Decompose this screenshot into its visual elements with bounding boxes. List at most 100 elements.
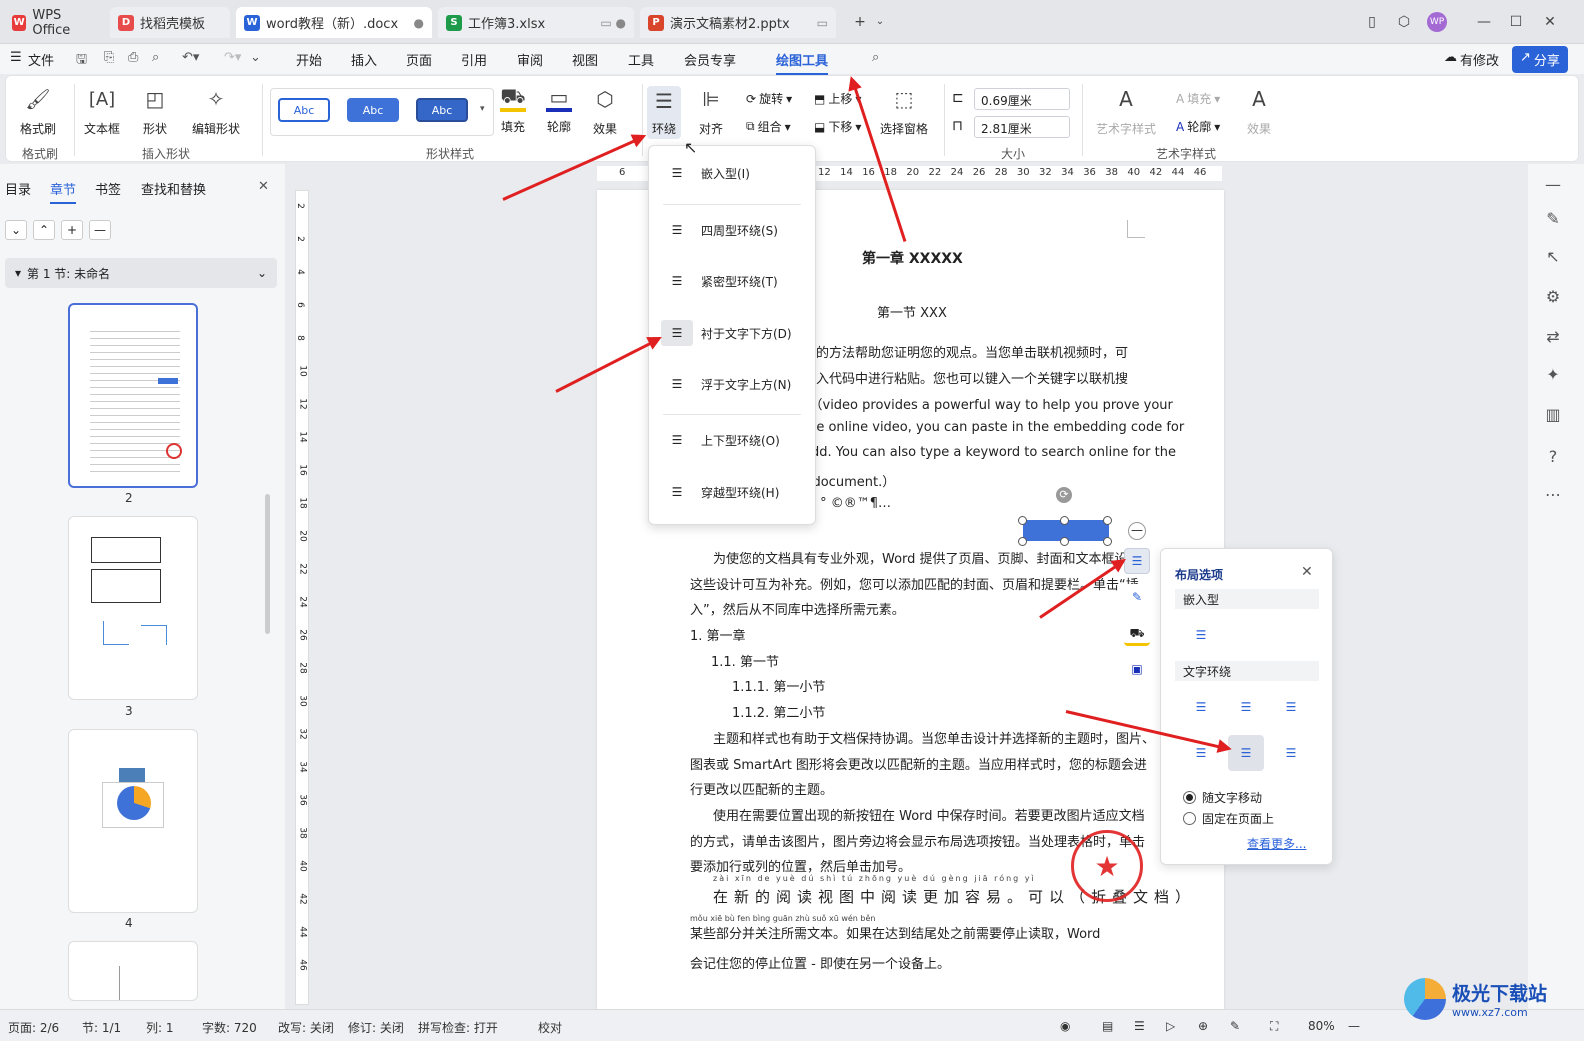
resize-handle[interactable]	[1018, 516, 1027, 525]
status-revision[interactable]: 修订: 关闭	[348, 1019, 404, 1036]
wrap-front-icon[interactable]: ☰	[1273, 735, 1309, 771]
gallery-more-icon[interactable]: ▾	[480, 104, 485, 114]
effect-button[interactable]: ⬡ 效果	[592, 86, 618, 137]
collapse-icon[interactable]: ⌄	[5, 220, 27, 240]
section-header[interactable]: ▾ 第 1 节: 未命名 ⌄	[5, 258, 277, 288]
zoom-out-icon[interactable]: —	[1348, 1019, 1360, 1033]
zoom-level[interactable]: 80%	[1308, 1019, 1335, 1033]
undo-icon[interactable]: ↶▾	[182, 50, 199, 65]
rotate-handle-icon[interactable]: ⟳	[1056, 487, 1072, 503]
fit-icon[interactable]: ⛶	[1270, 1019, 1278, 1034]
chevron-down-icon[interactable]: ⌄	[870, 12, 890, 32]
menu-item-behind-text[interactable]: ☰ 衬于文字下方(D)	[661, 320, 792, 346]
wrap-square-icon[interactable]: ☰	[1183, 689, 1219, 725]
resize-handle[interactable]	[1060, 516, 1069, 525]
book-icon[interactable]: ▥	[1542, 404, 1564, 426]
menu-item-inline[interactable]: ☰ 嵌入型(I)	[661, 160, 750, 186]
resize-handle[interactable]	[1103, 537, 1112, 546]
status-column[interactable]: 列: 1	[146, 1019, 174, 1036]
close-icon[interactable]: ✕	[1301, 564, 1313, 580]
avatar[interactable]: WP	[1427, 12, 1447, 32]
status-proofread[interactable]: 校对	[538, 1019, 562, 1036]
save-icon[interactable]: 🖫	[76, 50, 87, 72]
menu-review[interactable]: 审阅	[517, 50, 543, 69]
tab-find-replace[interactable]: 查找和替换	[141, 179, 206, 198]
web-view-icon[interactable]: ⊕	[1198, 1019, 1208, 1033]
export-icon[interactable]: ⎘	[104, 50, 114, 65]
status-section[interactable]: 节: 1/1	[82, 1019, 121, 1036]
minimize-icon[interactable]: —	[1474, 12, 1494, 32]
page-thumbnail[interactable]	[68, 729, 198, 913]
tab-docer[interactable]: D 找稻壳模板	[110, 7, 230, 38]
menu-tools[interactable]: 工具	[628, 50, 654, 69]
layout-icon[interactable]: ▯	[1362, 12, 1382, 32]
fix-on-page-radio[interactable]: 固定在页面上	[1183, 810, 1274, 827]
maximize-icon[interactable]: ☐	[1506, 12, 1526, 32]
tab-wps-office[interactable]: W WPS Office	[4, 7, 104, 38]
tab-word-doc[interactable]: W word教程（新）.docx ●	[236, 7, 432, 38]
hamburger-icon[interactable]: ☰	[10, 50, 22, 65]
new-tab-icon[interactable]: +	[850, 12, 870, 32]
expand-icon[interactable]: ⌃	[33, 220, 55, 240]
translate-icon[interactable]: ⇄	[1542, 326, 1564, 348]
status-spell-check[interactable]: 拼写检查: 打开	[418, 1019, 498, 1036]
select-cursor-icon[interactable]: ↖	[1542, 246, 1564, 268]
menu-item-tight[interactable]: ☰ 紧密型环绕(T)	[661, 268, 778, 294]
adjust-icon[interactable]: ⚙	[1542, 286, 1564, 308]
menu-references[interactable]: 引用	[461, 50, 487, 69]
outline-view-icon[interactable]: ☰	[1134, 1019, 1145, 1033]
wrap-inline-icon[interactable]: ☰	[1183, 617, 1219, 653]
fill-button[interactable]: ⛟ 填充	[500, 84, 526, 135]
wrap-tight-icon[interactable]: ☰	[1228, 689, 1264, 725]
menu-insert[interactable]: 插入	[351, 50, 377, 69]
redo-icon[interactable]: ↷▾	[224, 50, 241, 65]
align-button[interactable]: ⊫ 对齐	[698, 86, 724, 137]
cube-icon[interactable]: ⬡	[1394, 12, 1414, 32]
menu-item-in-front[interactable]: ☰ 浮于文字上方(N)	[661, 371, 792, 397]
rotate-button[interactable]: ⟳ 旋转 ▾	[746, 90, 792, 107]
search-icon[interactable]: ⌕	[872, 50, 879, 65]
menu-file[interactable]: 文件	[28, 50, 54, 69]
eye-icon[interactable]: ◉	[1060, 1019, 1070, 1033]
magic-icon[interactable]: ✦	[1542, 364, 1564, 386]
preview-icon[interactable]: ⌕	[152, 50, 159, 65]
help-icon[interactable]: ?	[1542, 446, 1564, 468]
see-more-link[interactable]: 查看更多...	[1247, 835, 1306, 852]
menu-item-through[interactable]: ☰ 穿越型环绕(H)	[661, 479, 780, 505]
page-view-icon[interactable]: ▤	[1102, 1019, 1113, 1033]
close-icon[interactable]: ✕	[258, 179, 269, 194]
art-fill-button[interactable]: A 填充 ▾	[1176, 90, 1220, 107]
tab-sheet[interactable]: S 工作簿3.xlsx ▭ ●	[438, 7, 634, 38]
scrollbar[interactable]	[265, 494, 270, 634]
text-box-button[interactable]: [A] 文本框	[84, 86, 120, 137]
menu-page[interactable]: 页面	[406, 50, 432, 69]
menu-member[interactable]: 会员专享	[684, 50, 736, 69]
page-thumbnail[interactable]	[68, 516, 198, 700]
remove-section-icon[interactable]: —	[89, 220, 111, 240]
collapse-toolbar-icon[interactable]: —	[1128, 522, 1146, 540]
menu-item-top-bottom[interactable]: ☰ 上下型环绕(O)	[661, 427, 780, 453]
resize-handle[interactable]	[1103, 516, 1112, 525]
collapse-icon[interactable]: —	[1542, 174, 1564, 196]
group-button[interactable]: ⧉ 组合 ▾	[746, 118, 791, 135]
resize-handle[interactable]	[1018, 537, 1027, 546]
outline-button[interactable]: ▭ 轮廓	[546, 85, 572, 135]
edit-shape-button[interactable]: ✧ 编辑形状	[192, 86, 240, 137]
page-thumbnail[interactable]	[68, 941, 198, 1001]
more-icon[interactable]: ⋯	[1542, 484, 1564, 506]
selection-pane-button[interactable]: ⬚ 选择窗格	[880, 86, 928, 137]
wrap-button[interactable]: ☰ 环绕	[647, 86, 681, 139]
move-with-text-radio[interactable]: 随文字移动	[1183, 789, 1262, 806]
tab-sections[interactable]: 章节	[50, 179, 77, 204]
wrap-through-icon[interactable]: ☰	[1273, 689, 1309, 725]
tab-toc[interactable]: 目录	[5, 179, 31, 198]
move-down-button[interactable]: ⬓ 下移 ▾	[814, 118, 861, 135]
menu-drawing-tools[interactable]: 绘图工具	[776, 50, 829, 75]
tab-bookmarks[interactable]: 书签	[95, 179, 121, 198]
shape-style-icon[interactable]: ✎	[1124, 584, 1150, 610]
status-overwrite[interactable]: 改写: 关闭	[278, 1019, 334, 1036]
add-section-icon[interactable]: +	[61, 220, 83, 240]
menu-view[interactable]: 视图	[572, 50, 598, 69]
style-sample-outline[interactable]: Abc	[278, 98, 330, 122]
print-icon[interactable]: ⎙	[128, 50, 138, 65]
